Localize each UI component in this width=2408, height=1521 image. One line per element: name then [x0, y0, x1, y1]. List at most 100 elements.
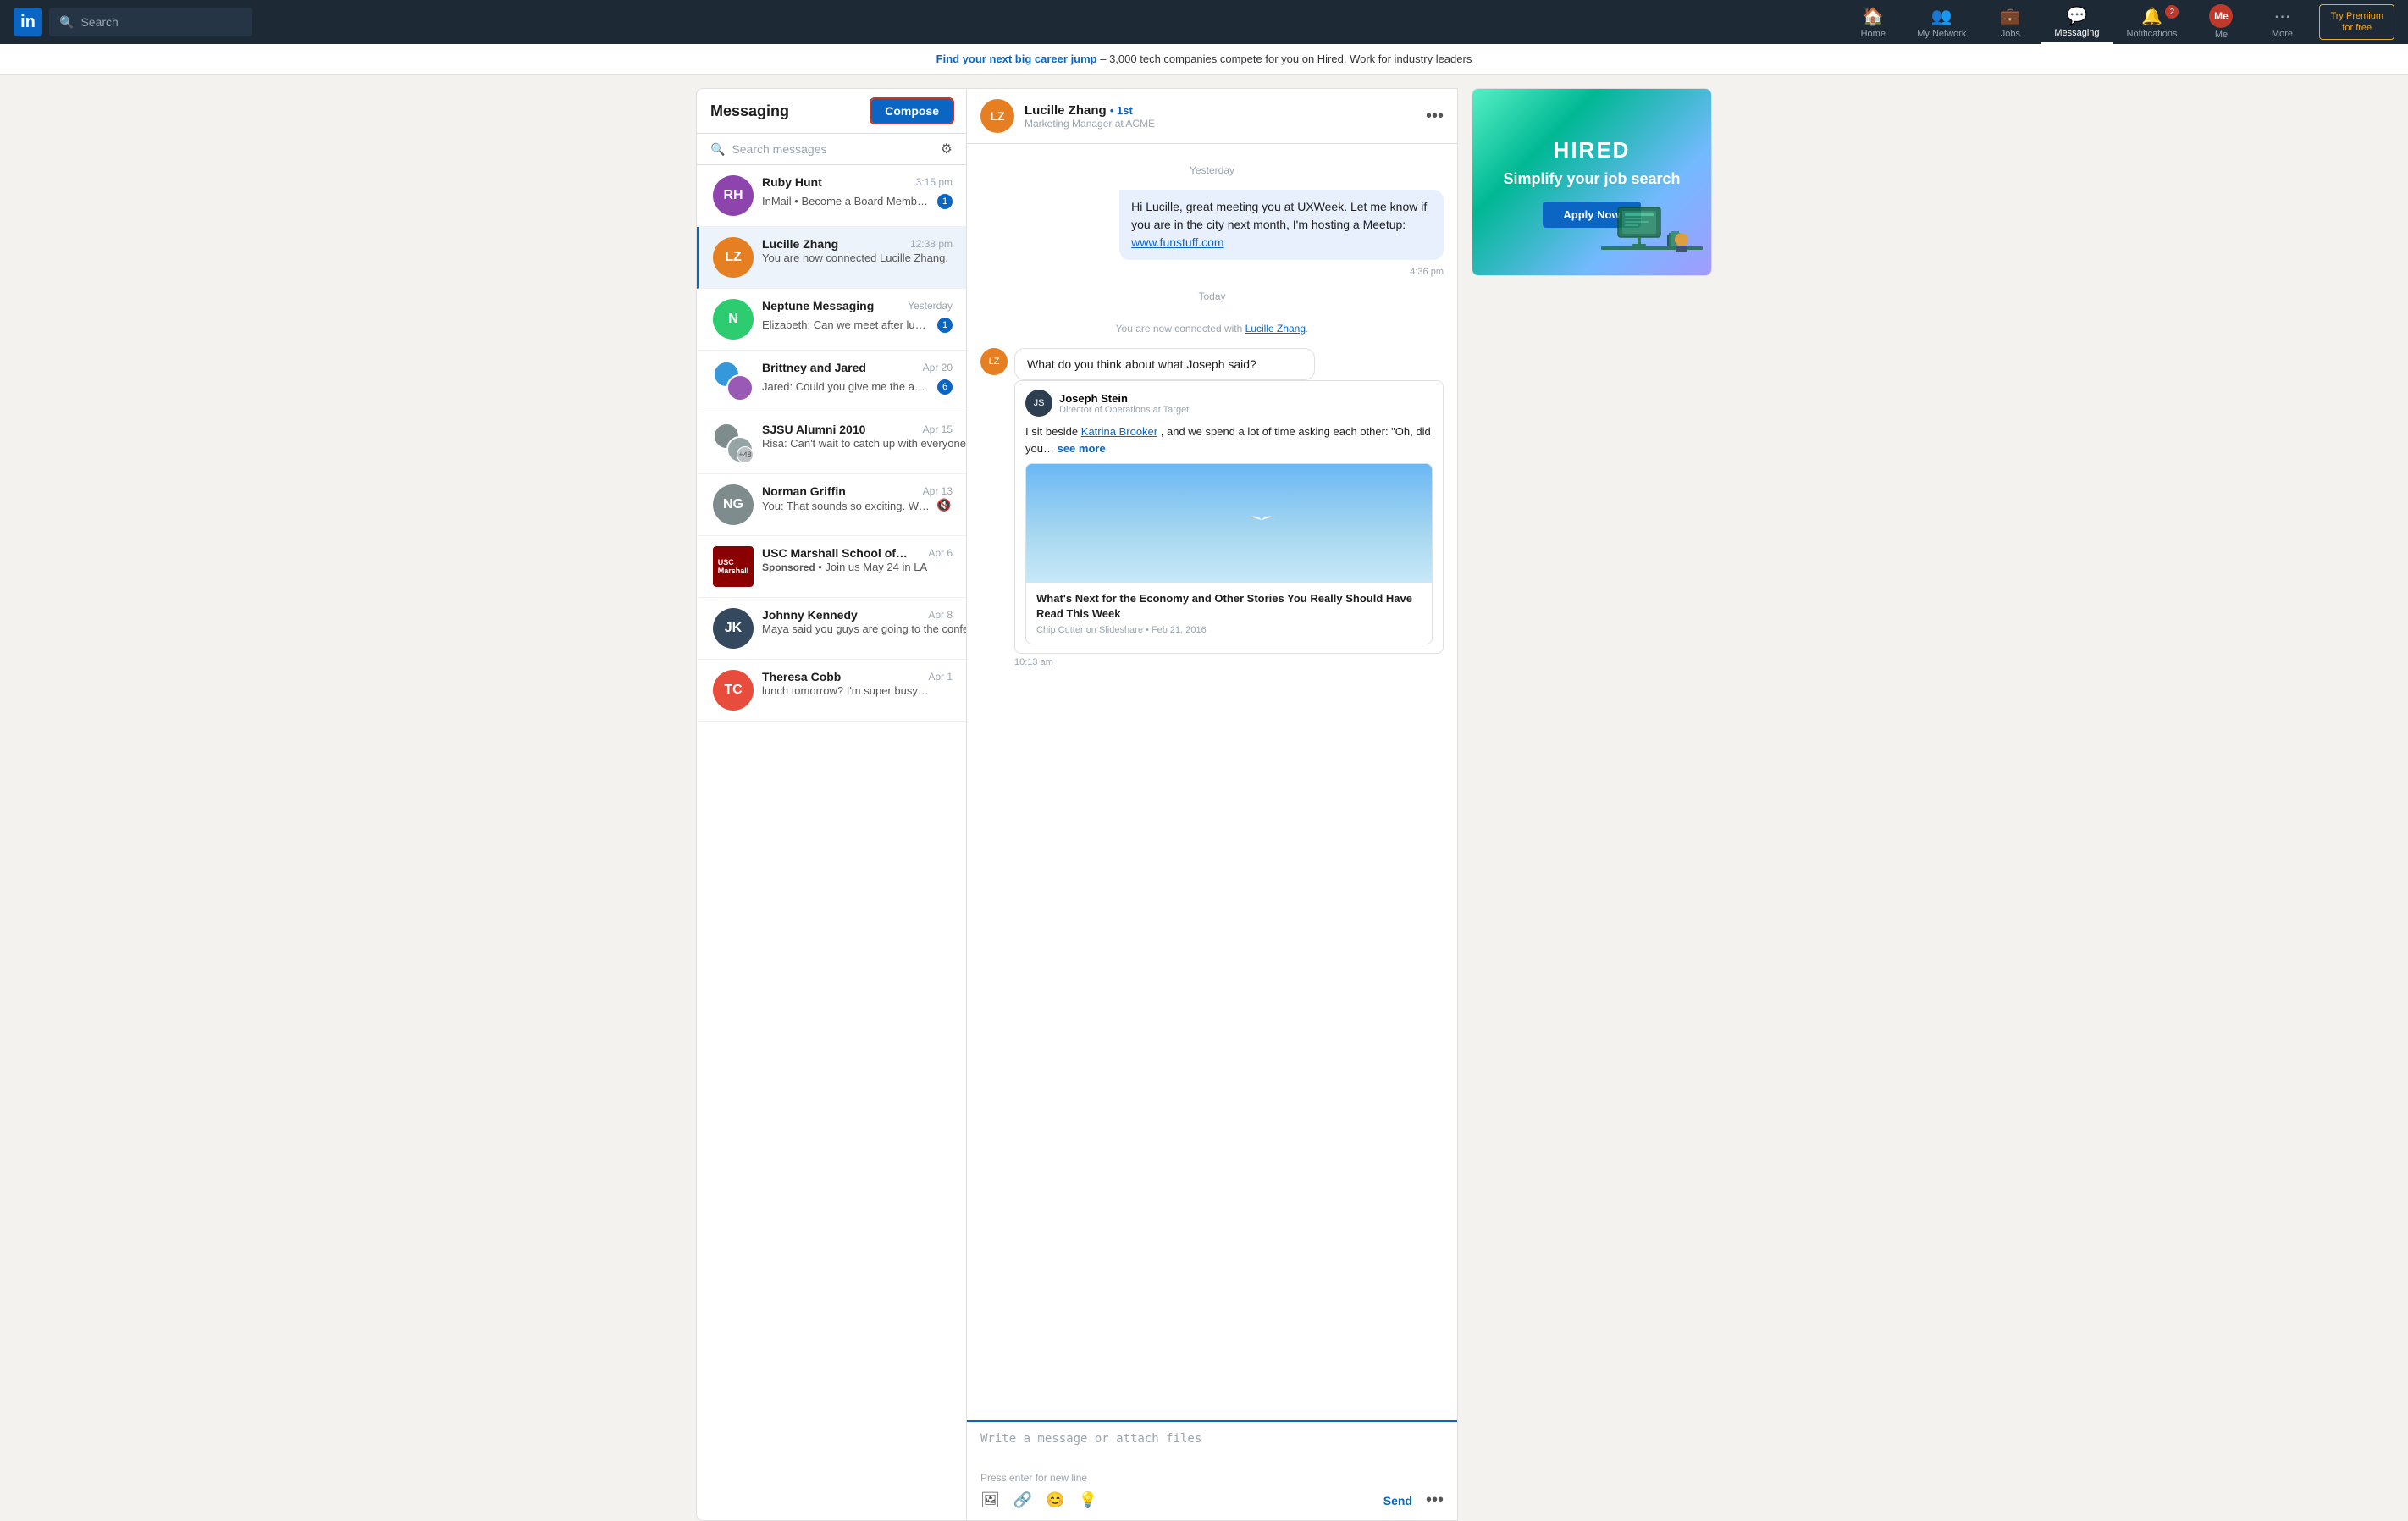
promo-banner: Find your next big career jump – 3,000 t…	[0, 44, 2408, 75]
contact-name: Norman Griffin	[762, 484, 846, 498]
chat-contact-title: Marketing Manager at ACME	[1025, 118, 1416, 130]
attach-image-icon[interactable]: 🖼	[980, 1491, 1000, 1509]
advertisement-card: HIRED Simplify your job search Apply Now	[1472, 88, 1712, 276]
conversation-content: USC Marshall School of… Apr 6 Sponsored …	[762, 546, 953, 573]
nav-my-network[interactable]: 👥 My Network	[1903, 0, 1980, 44]
contact-name: SJSU Alumni 2010	[762, 423, 865, 436]
message-input[interactable]	[980, 1432, 1444, 1466]
compose-hint: Press enter for new line	[980, 1472, 1444, 1484]
notification-badge: 2	[2165, 5, 2179, 19]
mentioned-person-link[interactable]: Katrina Brooker	[1081, 425, 1157, 438]
contact-name: Theresa Cobb	[762, 670, 841, 683]
connected-name-link[interactable]: Lucille Zhang	[1245, 323, 1306, 335]
nav-more[interactable]: ⋯ More	[2251, 0, 2312, 44]
try-premium-button[interactable]: Try Premium for free	[2319, 4, 2394, 41]
nav-home[interactable]: 🏠 Home	[1842, 0, 1903, 44]
nav-jobs-label: Jobs	[2001, 29, 2020, 39]
avatar: +48	[713, 423, 754, 463]
sky-background	[1026, 464, 1432, 583]
list-item[interactable]: N Neptune Messaging Yesterday Elizabeth:…	[697, 289, 966, 351]
avatar: JK	[713, 608, 754, 649]
list-item[interactable]: NG Norman Griffin Apr 13 You: That sound…	[697, 474, 966, 536]
nav-jobs[interactable]: 💼 Jobs	[1980, 0, 2041, 44]
message-preview: Elizabeth: Can we meet after lunch tomor…	[762, 318, 931, 331]
message-link[interactable]: www.funstuff.com	[1131, 235, 1223, 249]
nav-messaging[interactable]: 💬 Messaging	[2041, 0, 2113, 44]
ad-brand-title: HIRED	[1554, 137, 1631, 163]
home-icon: 🏠	[1863, 6, 1884, 27]
message-timestamp: 10:13 am	[1014, 657, 1444, 667]
search-bar[interactable]: 🔍	[49, 8, 252, 36]
search-messages-input[interactable]	[732, 142, 933, 156]
bird-icon	[1249, 512, 1274, 528]
banner-link[interactable]: Find your next big career jump	[936, 53, 1097, 65]
contact-name: Brittney and Jared	[762, 361, 866, 374]
attach-link-icon[interactable]: 🔗	[1013, 1491, 1032, 1509]
emoji-icon[interactable]: 😊	[1046, 1491, 1064, 1509]
contact-name: Johnny Kennedy	[762, 608, 858, 622]
banner-text: – 3,000 tech companies compete for you o…	[1097, 53, 1472, 65]
desk-illustration	[1601, 199, 1703, 267]
unread-badge: 1	[937, 318, 953, 333]
avatar: USCMarshall	[713, 546, 754, 587]
message-time: Apr 13	[923, 485, 953, 497]
list-item[interactable]: Brittney and Jared Apr 20 Jared: Could y…	[697, 351, 966, 412]
article-card[interactable]: What's Next for the Economy and Other St…	[1025, 463, 1433, 644]
filter-icon[interactable]: ⚙	[941, 141, 953, 158]
search-messages-icon: 🔍	[710, 142, 725, 157]
message-time: Apr 15	[923, 423, 953, 435]
notifications-icon: 🔔	[2141, 6, 2162, 27]
avatar: N	[713, 299, 754, 340]
chat-more-button[interactable]: •••	[1426, 107, 1444, 126]
list-item[interactable]: LZ Lucille Zhang 12:38 pm You are now co…	[697, 227, 966, 289]
linkedin-logo[interactable]: in	[14, 8, 42, 36]
search-messages-bar[interactable]: 🔍 ⚙	[697, 134, 966, 165]
shared-post-card[interactable]: JS Joseph Stein Director of Operations a…	[1014, 380, 1444, 654]
search-icon: 🔍	[59, 15, 74, 30]
avatar: NG	[713, 484, 754, 525]
avatar: Me	[2209, 4, 2233, 28]
message-preview: lunch tomorrow? I'm super busy…	[762, 684, 929, 697]
compose-more-button[interactable]: •••	[1426, 1491, 1444, 1510]
send-button[interactable]: Send	[1383, 1494, 1412, 1507]
post-author-name: Joseph Stein	[1059, 392, 1189, 405]
message-time: Yesterday	[908, 300, 953, 312]
list-item[interactable]: TC Theresa Cobb Apr 1 lunch tomorrow? I'…	[697, 660, 966, 722]
compose-button[interactable]: Compose	[871, 99, 953, 123]
list-item[interactable]: RH Ruby Hunt 3:15 pm InMail • Become a B…	[697, 165, 966, 227]
conversation-content: SJSU Alumni 2010 Apr 15 Risa: Can't wait…	[762, 423, 953, 450]
contact-name: Ruby Hunt	[762, 175, 822, 189]
message-preview: Maya said you guys are going to the conf…	[762, 622, 966, 635]
list-item[interactable]: JK Johnny Kennedy Apr 8 Maya said you gu…	[697, 598, 966, 660]
messaging-sidebar: Messaging Compose 🔍 ⚙ RH Ruby Hunt 3:15 …	[696, 88, 967, 1521]
conversation-content: Lucille Zhang 12:38 pm You are now conne…	[762, 237, 953, 264]
ad-subtitle: Simplify your job search	[1503, 170, 1680, 188]
avatar: RH	[713, 175, 754, 216]
post-author-title: Director of Operations at Target	[1059, 405, 1189, 415]
list-item[interactable]: +48 SJSU Alumni 2010 Apr 15 Risa: Can't …	[697, 412, 966, 474]
message-preview: You: That sounds so exciting. We launche…	[762, 500, 931, 512]
list-item[interactable]: USCMarshall USC Marshall School of… Apr …	[697, 536, 966, 598]
see-more-button[interactable]: see more	[1058, 442, 1106, 455]
navbar: in 🔍 🏠 Home 👥 My Network 💼 Jobs 💬 Messag…	[0, 0, 2408, 44]
sent-message-container: LZ What do you think about what Joseph s…	[980, 348, 1444, 667]
conversation-content: Ruby Hunt 3:15 pm InMail • Become a Boar…	[762, 175, 953, 209]
connection-degree: • 1st	[1110, 104, 1133, 117]
sender-avatar: LZ	[980, 348, 1008, 375]
nav-me[interactable]: Me Me	[2190, 0, 2251, 44]
message-preview: Jared: Could you give me the address?	[762, 380, 931, 393]
sent-message-content: What do you think about what Joseph said…	[1014, 348, 1444, 667]
nav-my-network-label: My Network	[1917, 29, 1966, 39]
message-time: Apr 20	[923, 362, 953, 373]
nav-notifications[interactable]: 🔔 2 Notifications	[2113, 0, 2191, 44]
message-preview: InMail • Become a Board Member for XYZ S…	[762, 195, 931, 207]
lightbulb-icon[interactable]: 💡	[1079, 1491, 1097, 1509]
search-input[interactable]	[80, 15, 242, 29]
grid-icon: ⋯	[2273, 6, 2290, 27]
conversations-list: RH Ruby Hunt 3:15 pm InMail • Become a B…	[697, 165, 966, 1520]
article-image	[1026, 464, 1432, 583]
jobs-icon: 💼	[2000, 6, 2021, 27]
conversation-content: Norman Griffin Apr 13 You: That sounds s…	[762, 484, 953, 512]
nav-home-label: Home	[1861, 29, 1886, 39]
post-author-info: Joseph Stein Director of Operations at T…	[1059, 392, 1189, 415]
